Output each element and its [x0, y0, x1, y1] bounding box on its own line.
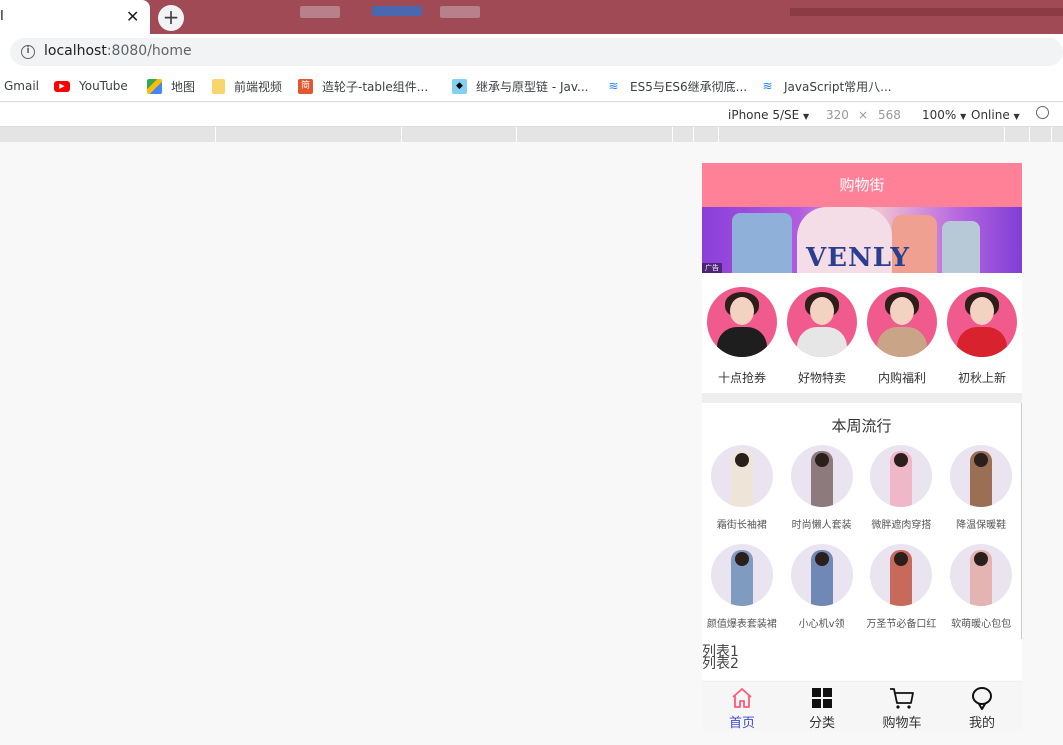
feature-item[interactable]: 软萌暖心包包	[941, 544, 1021, 643]
feature-image	[950, 445, 1013, 507]
feature-section: 本周流行 霜街长袖裙 时尚懒人套装 微胖遮肉穿搭 降温保暖鞋 颜值爆表套装裙 小…	[702, 403, 1022, 639]
ad-badge: 广告	[702, 263, 722, 273]
feature-image	[870, 445, 933, 507]
feature-grid: 霜街长袖裙 时尚懒人套装 微胖遮肉穿搭 降温保暖鞋 颜值爆表套装裙 小心机v领	[702, 445, 1021, 643]
folder-icon	[212, 78, 225, 94]
recommend-item[interactable]: 内购福利	[862, 287, 942, 393]
feature-image	[790, 445, 853, 507]
list-item: 列表2	[702, 656, 739, 672]
background-tab[interactable]	[300, 6, 340, 18]
juejin-icon: ≋	[608, 78, 619, 93]
tab-cart[interactable]: 购物车	[862, 682, 942, 731]
bookmark-gmail[interactable]: Gmail	[4, 77, 39, 95]
jian-icon: 简	[298, 78, 313, 94]
feature-label: 时尚懒人套装	[791, 520, 852, 531]
feature-image	[710, 445, 773, 507]
recommend-image	[947, 287, 1017, 357]
feature-image	[710, 544, 773, 606]
recommend-item[interactable]: 好物特卖	[782, 287, 862, 393]
recommend-label: 好物特卖	[797, 371, 846, 385]
bookmark-juejin-1[interactable]: ≋ ES5与ES6继承彻底...	[606, 77, 747, 95]
height-input[interactable]: 568	[878, 108, 901, 122]
tab-title: I	[0, 9, 4, 24]
juejin-icon: ≋	[762, 78, 773, 93]
recommend-image	[787, 287, 857, 357]
recommend-label: 初秋上新	[957, 371, 1006, 385]
bookmark-maps[interactable]: 地图	[147, 77, 195, 95]
rotate-icon[interactable]	[1036, 106, 1049, 119]
tab-label: 购物车	[882, 716, 922, 731]
bookmark-jian[interactable]: 简 造轮子-table组件...	[298, 77, 428, 95]
profile-icon	[942, 686, 1022, 710]
device-toolbar: iPhone 5/SE ▼ 320 × 568 100% ▼ Online ▼	[0, 103, 1063, 127]
tab-category[interactable]: 分类	[782, 682, 862, 731]
category-icon	[782, 686, 862, 710]
zoom-select[interactable]: 100% ▼	[922, 108, 966, 122]
width-input[interactable]: 320	[826, 108, 849, 122]
feature-image	[790, 544, 853, 606]
list-item: 列表1	[702, 644, 739, 660]
feature-item[interactable]: 时尚懒人套装	[782, 445, 862, 544]
feature-label: 颜值爆表套装裙	[706, 619, 777, 630]
background-tab[interactable]	[372, 6, 422, 16]
tab-home[interactable]: 首页	[702, 682, 782, 731]
new-tab-button[interactable]: +	[158, 5, 184, 31]
bookmark-folder[interactable]: 前端视频	[212, 77, 282, 95]
banner-swiper[interactable]: VENLY 广告	[702, 207, 1022, 273]
tab-label: 分类	[808, 716, 835, 731]
recommend-section: 十点抢券 好物特卖 内购福利 初秋上新	[702, 273, 1022, 403]
bookmark-juejin-2[interactable]: ≋ JavaScript常用八...	[760, 77, 891, 95]
banner-brand: VENLY	[806, 243, 910, 273]
bookmark-mdn[interactable]: ◆ 继承与原型链 - Jav...	[452, 77, 588, 95]
feature-title: 本周流行	[831, 417, 892, 435]
feature-item[interactable]: 降温保暖鞋	[941, 445, 1021, 544]
close-icon[interactable]: ✕	[126, 7, 139, 26]
mdn-icon: ◆	[452, 78, 467, 94]
feature-image	[950, 544, 1013, 606]
url-text[interactable]: localhost:8080/home	[44, 43, 192, 59]
recommend-item[interactable]: 初秋上新	[942, 287, 1022, 393]
phone-viewport: 购物街 VENLY 广告 十点抢券 好物特卖 内购福利 初秋上新 本周流行 霜街…	[702, 163, 1022, 731]
tab-label: 我的	[968, 716, 995, 731]
feature-item[interactable]: 微胖遮肉穿搭	[862, 445, 942, 544]
feature-label: 万圣节必备口红	[866, 619, 937, 630]
feature-item[interactable]: 霜街长袖裙	[702, 445, 782, 544]
feature-item[interactable]: 小心机v领	[782, 544, 862, 643]
feature-item[interactable]: 颜值爆表套装裙	[702, 544, 782, 643]
info-icon[interactable]: i	[21, 45, 35, 59]
recommend-label: 内购福利	[877, 371, 926, 385]
maps-icon	[147, 78, 162, 94]
recommend-image	[867, 287, 937, 357]
list: 列表1 列表2	[702, 639, 1022, 672]
feature-item[interactable]: 万圣节必备口红	[862, 544, 942, 643]
address-bar[interactable]: i localhost:8080/home	[10, 38, 1063, 66]
feature-label: 软萌暖心包包	[951, 619, 1012, 630]
recommend-label: 十点抢券	[717, 371, 766, 385]
tab-strip: I ✕ +	[0, 0, 1063, 34]
active-tab[interactable]: I ✕	[0, 0, 150, 34]
network-select[interactable]: Online ▼	[971, 108, 1020, 122]
feature-label: 微胖遮肉穿搭	[871, 520, 932, 531]
times-sign: ×	[858, 108, 869, 122]
feature-label: 降温保暖鞋	[956, 520, 1007, 531]
recommend-image	[707, 287, 777, 357]
recommend-item[interactable]: 十点抢券	[702, 287, 782, 393]
tab-bar: 首页 分类 购物车 我的	[702, 682, 1022, 731]
youtube-icon: ▶	[54, 80, 70, 92]
bookmarks-bar: Gmail ▶ YouTube 地图 前端视频 简 造轮子-table组件...…	[0, 70, 1063, 102]
feature-label: 霜街长袖裙	[716, 520, 767, 531]
background-tab[interactable]	[440, 6, 480, 18]
tab-profile[interactable]: 我的	[942, 682, 1022, 731]
home-icon	[702, 686, 782, 710]
device-select[interactable]: iPhone 5/SE ▼	[728, 108, 809, 122]
tab-label: 首页	[728, 716, 755, 731]
feature-label: 小心机v领	[798, 619, 845, 630]
media-query-ruler[interactable]	[0, 127, 1063, 142]
feature-image	[870, 544, 933, 606]
cart-icon	[862, 686, 942, 710]
page-title: 购物街	[702, 163, 1022, 207]
browser-toolbar: i localhost:8080/home	[0, 34, 1063, 70]
background-tab[interactable]	[790, 8, 1063, 16]
bookmark-youtube[interactable]: ▶ YouTube	[54, 77, 128, 95]
